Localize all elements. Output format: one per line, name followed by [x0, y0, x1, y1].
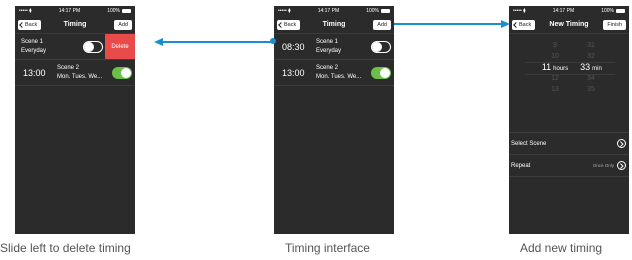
minute-option: 31	[587, 42, 595, 49]
selected-minute: 33	[580, 62, 591, 72]
battery-percent: 100%	[107, 8, 120, 14]
minutes-wheel[interactable]: 31 32 33 min 34 35	[575, 40, 607, 95]
repeat-value: Once Only	[592, 163, 614, 168]
hours-unit: hours	[553, 66, 569, 72]
battery-icon	[615, 9, 625, 13]
signal-indicator: ••••• ⧫	[278, 8, 291, 14]
battery-percent: 100%	[366, 8, 379, 14]
status-bar: ••••• ⧫ 14:17 PM 100%	[509, 6, 629, 16]
battery-percent: 100%	[601, 8, 614, 14]
nav-bar: Back Timing Add	[274, 16, 394, 34]
phone-screen-timing: ••••• ⧫ 14:17 PM 100% Back Timing Add 08…	[274, 6, 394, 234]
signal-indicator: ••••• ⧫	[19, 8, 32, 14]
scene-name: Scene 1	[316, 39, 339, 45]
timing-row[interactable]: 08:30 Scene 1 Everyday	[274, 34, 394, 60]
back-button[interactable]: Back	[512, 20, 536, 30]
select-scene-label: Select Scene	[511, 141, 547, 147]
arrow-left-head-icon	[154, 38, 163, 46]
signal-indicator: ••••• ⧫	[513, 8, 526, 14]
page-title: Timing	[63, 21, 87, 28]
chevron-right-icon	[617, 161, 626, 170]
add-button[interactable]: Add	[114, 20, 132, 30]
caption-new-timing: Add new timing	[520, 241, 603, 255]
scene-name: Scene 2	[316, 65, 339, 71]
status-bar: ••••• ⧫ 14:17 PM 100%	[15, 6, 135, 16]
status-bar: ••••• ⧫ 14:17 PM 100%	[274, 6, 394, 16]
back-button[interactable]: Back	[277, 20, 301, 30]
caption-timing: Timing interface	[285, 241, 370, 255]
status-time: 14:17 PM	[552, 8, 575, 14]
arrow-dot	[270, 38, 276, 44]
minutes-unit: min	[592, 66, 602, 72]
back-button[interactable]: Back	[18, 20, 42, 30]
minute-option: 35	[587, 86, 595, 93]
timing-row[interactable]: 13:00 Scene 2 Mon. Tues. We...	[274, 60, 394, 86]
timing-toggle[interactable]	[371, 41, 391, 53]
arrow-to-new	[394, 23, 506, 25]
phone-screen-new-timing: ••••• ⧫ 14:17 PM 100% Back New Timing Fi…	[509, 6, 629, 234]
finish-button[interactable]: Finish	[603, 20, 626, 30]
add-button[interactable]: Add	[373, 20, 391, 30]
minute-option: 34	[587, 75, 595, 82]
repeat-label: Repeat	[511, 163, 531, 169]
hours-wheel[interactable]: 9 10 11 hours 12 13	[535, 40, 575, 95]
hour-option: 12	[551, 75, 559, 82]
scene-days: Everyday	[316, 48, 342, 54]
phone-screen-delete: ••••• ⧫ 14:17 PM 100% Back Timing Add Sc…	[15, 6, 135, 234]
hour-option: 9	[553, 42, 557, 49]
select-scene-row[interactable]: Select Scene	[509, 132, 629, 154]
delete-button[interactable]: Delete	[105, 34, 135, 59]
timing-toggle[interactable]	[83, 41, 103, 53]
status-time: 14:17 PM	[317, 8, 340, 14]
timing-time: 13:00	[23, 68, 46, 78]
battery-icon	[380, 9, 390, 13]
page-title: Timing	[322, 21, 346, 28]
timing-row[interactable]: Scene 1 Everyday Delete	[15, 34, 135, 60]
hour-option: 13	[551, 86, 559, 93]
status-time: 14:17 PM	[58, 8, 81, 14]
time-picker[interactable]: 9 10 11 hours 12 13 31 32 33 min 34 35	[509, 40, 629, 120]
scene-days: Mon. Tues. We...	[57, 74, 103, 80]
minute-option: 32	[587, 53, 595, 60]
repeat-row[interactable]: Repeat Once Only	[509, 154, 629, 176]
timing-time: 13:00	[282, 68, 305, 78]
nav-bar: Back New Timing Finish	[509, 16, 629, 34]
battery-icon	[121, 9, 131, 13]
timing-toggle[interactable]	[112, 67, 132, 79]
arrow-to-delete	[158, 41, 274, 43]
scene-name: Scene 1	[21, 39, 44, 45]
hour-option: 10	[551, 53, 559, 60]
selected-hour: 11	[541, 62, 552, 72]
timing-row[interactable]: 13:00 Scene 2 Mon. Tues. We...	[15, 60, 135, 86]
arrow-right-head-icon	[501, 20, 510, 28]
scene-days: Mon. Tues. We...	[316, 74, 362, 80]
scene-name: Scene 2	[57, 65, 80, 71]
page-title: New Timing	[549, 21, 589, 28]
nav-bar: Back Timing Add	[15, 16, 135, 34]
caption-delete: Slide left to delete timing	[0, 241, 131, 255]
timing-time: 08:30	[282, 42, 305, 52]
chevron-right-icon	[617, 139, 626, 148]
timing-toggle[interactable]	[371, 67, 391, 79]
scene-days: Everyday	[21, 48, 47, 54]
